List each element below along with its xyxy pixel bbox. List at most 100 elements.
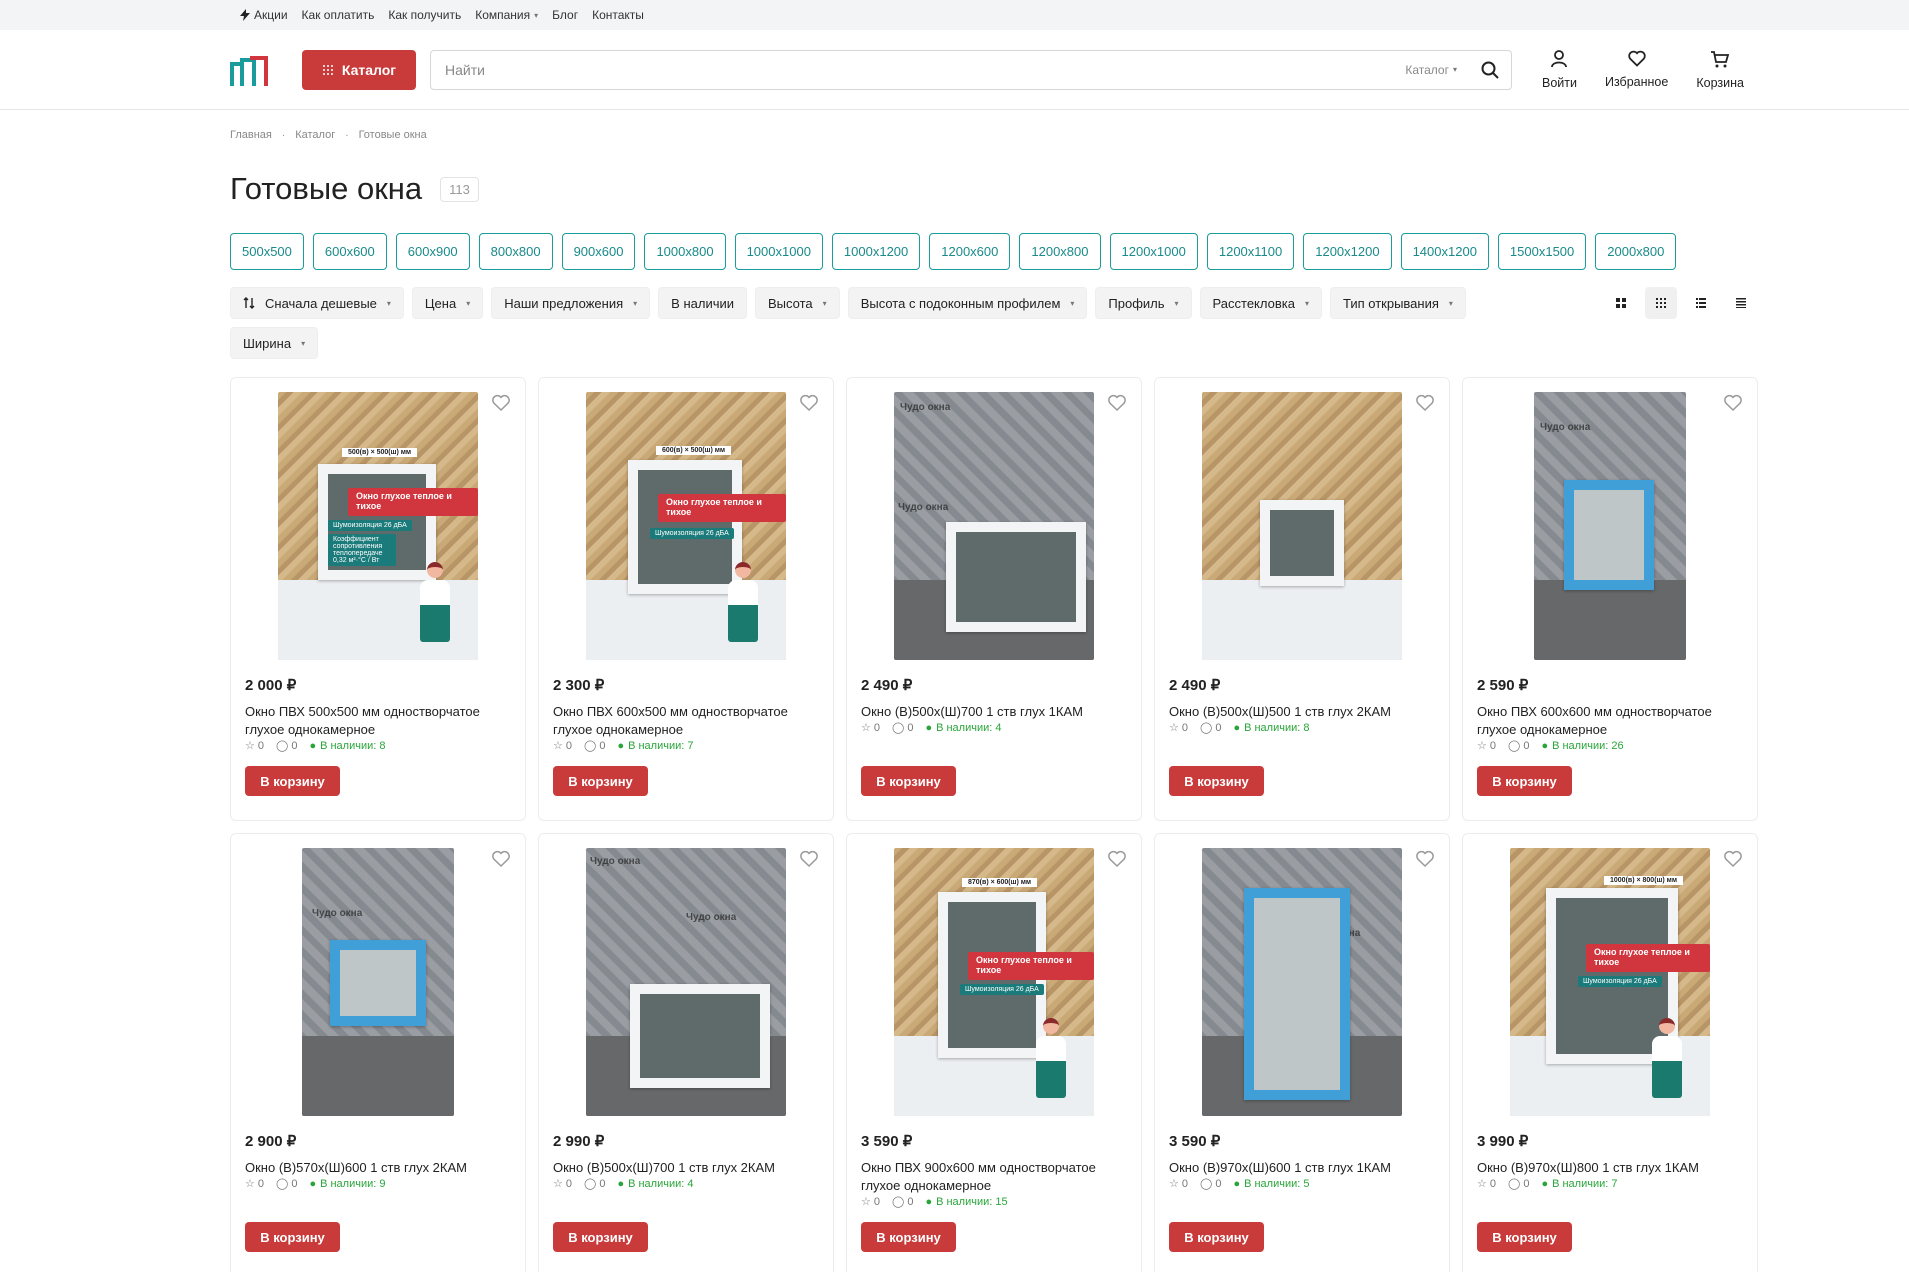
favorites-button[interactable]: Избранное (1605, 50, 1668, 90)
filter-price[interactable]: Цена ▾ (411, 287, 484, 319)
product-image-wrapper[interactable] (1169, 392, 1435, 660)
reviews-value: 0 (291, 1177, 298, 1190)
size-tag[interactable]: 1500x1500 (1497, 233, 1587, 270)
add-to-cart-button[interactable]: В корзину (1477, 766, 1572, 796)
product-card[interactable]: Чудо окна 2 590 ₽ Окно ПВХ 600х600 мм од… (1462, 377, 1758, 821)
size-tag[interactable]: 1200x600 (929, 233, 1011, 270)
breadcrumb-home[interactable]: Главная (230, 129, 272, 141)
favorite-heart-icon[interactable] (799, 394, 819, 415)
topbar-link-contacts[interactable]: Контакты (592, 8, 644, 22)
favorite-heart-icon[interactable] (1415, 850, 1435, 871)
product-image-wrapper[interactable]: 600(в) × 500(ш) мм Окно глухое теплое и … (553, 392, 819, 660)
add-to-cart-button[interactable]: В корзину (553, 1222, 648, 1252)
topbar-link-delivery[interactable]: Как получить (388, 8, 461, 22)
size-tag[interactable]: 900x600 (561, 233, 636, 270)
product-image-wrapper[interactable]: 870(в) × 600(ш) мм Окно глухое теплое и … (861, 848, 1127, 1116)
size-tag[interactable]: 1200x800 (1019, 233, 1101, 270)
search-scope-dropdown[interactable]: Каталог ▾ (1405, 63, 1457, 77)
favorite-heart-icon[interactable] (491, 850, 511, 871)
view-small-grid-toggle[interactable] (1645, 287, 1677, 319)
add-to-cart-button[interactable]: В корзину (245, 1222, 340, 1252)
stock-status: ● В наличии: 7 (1541, 1178, 1617, 1190)
product-card[interactable]: 2 490 ₽ Окно (В)500х(Ш)500 1 ств глух 2К… (1154, 377, 1450, 821)
view-compact-list-toggle[interactable] (1725, 287, 1757, 319)
favorite-heart-icon[interactable] (1723, 850, 1743, 871)
favorite-heart-icon[interactable] (1107, 394, 1127, 415)
product-image-wrapper[interactable]: 1000(в) × 800(ш) мм Окно глухое теплое и… (1477, 848, 1743, 1116)
filter-width[interactable]: Ширина ▾ (230, 327, 319, 359)
add-to-cart-button[interactable]: В корзину (861, 766, 956, 796)
search-icon[interactable] (1481, 61, 1499, 79)
size-tag[interactable]: 1400x1200 (1400, 233, 1489, 270)
logo-icon[interactable] (230, 52, 270, 88)
reviews: ◯ 0 (1200, 1177, 1221, 1191)
product-card[interactable]: Чудо окна Чудо окна 2 990 ₽ Окно (В)500х… (538, 833, 834, 1272)
product-card[interactable]: 870(в) × 600(ш) мм Окно глухое теплое и … (846, 833, 1142, 1272)
favorite-heart-icon[interactable] (799, 850, 819, 871)
size-tag[interactable]: 2000x800 (1595, 233, 1677, 270)
size-tag[interactable]: 1000x1200 (831, 233, 921, 270)
size-tag[interactable]: 500x500 (230, 233, 304, 270)
favorite-heart-icon[interactable] (1723, 394, 1743, 415)
filter-offers[interactable]: Наши предложения ▾ (491, 287, 651, 319)
size-tag[interactable]: 1200x1200 (1303, 233, 1392, 270)
view-large-grid-toggle[interactable] (1605, 287, 1637, 319)
size-tag[interactable]: 800x800 (478, 233, 553, 270)
cart-button[interactable]: Корзина (1696, 50, 1744, 90)
comment-icon: ◯ (276, 1178, 289, 1190)
size-tag[interactable]: 600x900 (395, 233, 470, 270)
chevron-down-icon: ▾ (466, 298, 471, 308)
add-to-cart-button[interactable]: В корзину (1169, 766, 1264, 796)
size-tag[interactable]: 600x600 (312, 233, 387, 270)
favorite-heart-icon[interactable] (491, 394, 511, 415)
product-card[interactable]: 500(в) × 500(ш) мм Окно глухое теплое и … (230, 377, 526, 821)
sort-dropdown[interactable]: Сначала дешевые ▾ (230, 287, 404, 319)
add-to-cart-button[interactable]: В корзину (245, 766, 340, 796)
product-card[interactable]: Чудо окна Чудо окна 2 490 ₽ Окно (В)500х… (846, 377, 1142, 821)
add-to-cart-button[interactable]: В корзину (553, 766, 648, 796)
product-image-wrapper[interactable]: Чудо окна (1169, 848, 1435, 1116)
size-tag[interactable]: 1200x1000 (1109, 233, 1198, 270)
view-list-toggle[interactable] (1685, 287, 1717, 319)
photo-sticker: Окно глухое теплое и тихое (968, 952, 1094, 980)
filter-height[interactable]: Высота ▾ (755, 287, 840, 319)
product-image-wrapper[interactable]: Чудо окна (245, 848, 511, 1116)
product-meta: ☆ 0 ◯ 0 ● В наличии: 7 (553, 739, 819, 753)
filter-in-stock[interactable]: В наличии (658, 287, 748, 319)
login-button[interactable]: Войти (1542, 49, 1577, 90)
photo-sticker-coef: Коэффициент сопротивления теплопередаче … (328, 534, 396, 566)
size-tag[interactable]: 1000x800 (644, 233, 726, 270)
size-tag[interactable]: 1200x1100 (1206, 233, 1295, 270)
add-to-cart-button[interactable]: В корзину (1169, 1222, 1264, 1252)
product-card[interactable]: Чудо окна 3 590 ₽ Окно (В)970х(Ш)600 1 с… (1154, 833, 1450, 1272)
product-image-wrapper[interactable]: Чудо окна Чудо окна (553, 848, 819, 1116)
favorite-heart-icon[interactable] (1107, 850, 1127, 871)
product-image-wrapper[interactable]: 500(в) × 500(ш) мм Окно глухое теплое и … (245, 392, 511, 660)
product-card[interactable]: 1000(в) × 800(ш) мм Окно глухое теплое и… (1462, 833, 1758, 1272)
search-input[interactable] (445, 61, 1406, 78)
filter-opening-type[interactable]: Тип открывания ▾ (1329, 287, 1466, 319)
product-card[interactable]: 600(в) × 500(ш) мм Окно глухое теплое и … (538, 377, 834, 821)
product-name[interactable]: Окно ПВХ 600х500 мм одностворчатое глухо… (553, 703, 819, 739)
add-to-cart-button[interactable]: В корзину (1477, 1222, 1572, 1252)
add-to-cart-button[interactable]: В корзину (861, 1222, 956, 1252)
product-name[interactable]: Окно ПВХ 500х500 мм одностворчатое глухо… (245, 703, 511, 739)
photo-dimension-label: 1000(в) × 800(ш) мм (1604, 876, 1683, 885)
filter-height-sill[interactable]: Высота с подоконным профилем ▾ (847, 287, 1088, 319)
product-name[interactable]: Окно ПВХ 900х600 мм одностворчатое глухо… (861, 1159, 1127, 1195)
product-name[interactable]: Окно ПВХ 600х600 мм одностворчатое глухо… (1477, 703, 1743, 739)
filter-profile[interactable]: Профиль ▾ (1095, 287, 1192, 319)
breadcrumb-catalog[interactable]: Каталог (295, 129, 335, 141)
product-image-wrapper[interactable]: Чудо окна (1477, 392, 1743, 660)
grid-small-icon (1656, 298, 1666, 308)
topbar-link-promotions[interactable]: Акции (240, 8, 288, 22)
catalog-button[interactable]: Каталог (302, 49, 416, 90)
topbar-link-payment[interactable]: Как оплатить (302, 8, 375, 22)
topbar-link-company[interactable]: Компания ▾ (475, 8, 538, 22)
product-card[interactable]: Чудо окна 2 900 ₽ Окно (В)570х(Ш)600 1 с… (230, 833, 526, 1272)
size-tag[interactable]: 1000x1000 (734, 233, 823, 270)
filter-glazing[interactable]: Расстекловка ▾ (1199, 287, 1322, 319)
product-image-wrapper[interactable]: Чудо окна Чудо окна (861, 392, 1127, 660)
favorite-heart-icon[interactable] (1415, 394, 1435, 415)
topbar-link-blog[interactable]: Блог (552, 8, 578, 22)
